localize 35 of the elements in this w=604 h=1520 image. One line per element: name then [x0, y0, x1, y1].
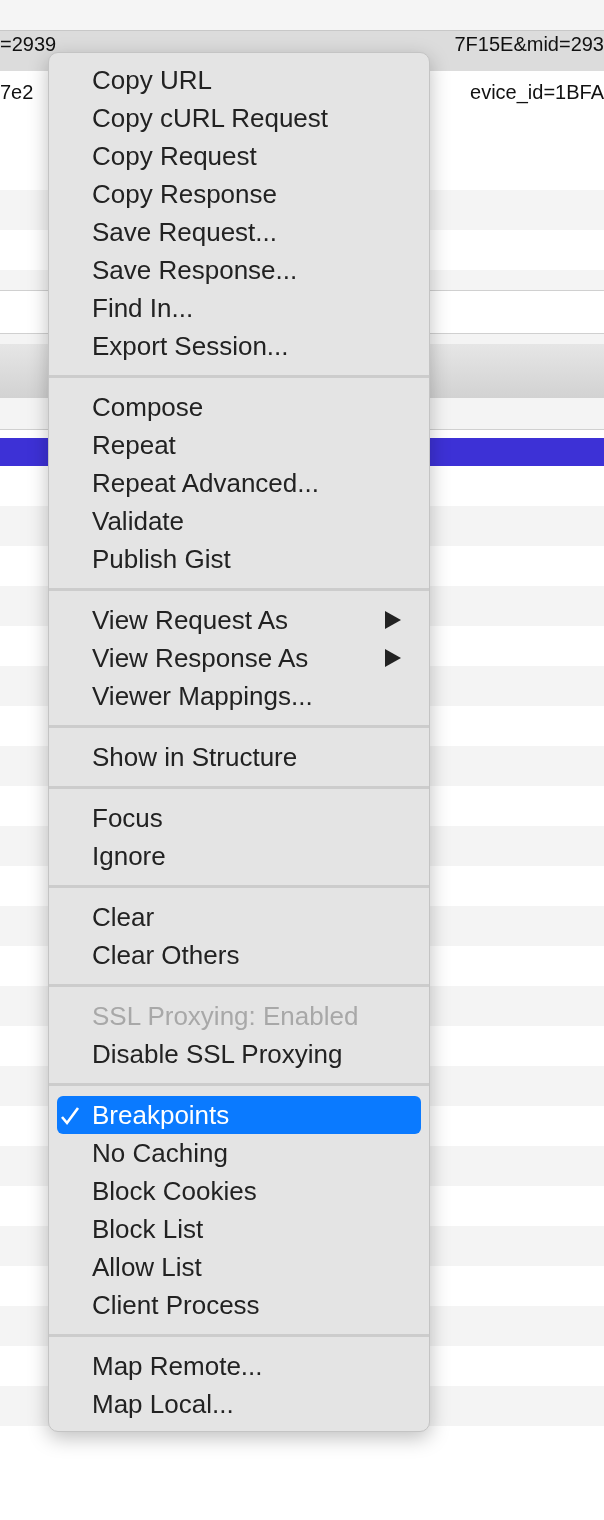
menu-item[interactable]: Validate [57, 502, 421, 540]
url-text: 7e2 [0, 80, 34, 103]
menu-item[interactable]: Clear [57, 898, 421, 936]
menu-item[interactable]: Repeat [57, 426, 421, 464]
menu-item[interactable]: Focus [57, 799, 421, 837]
menu-item[interactable]: No Caching [57, 1134, 421, 1172]
menu-item[interactable]: Export Session... [57, 327, 421, 365]
menu-item[interactable]: Map Remote... [57, 1347, 421, 1385]
menu-item[interactable]: Repeat Advanced... [57, 464, 421, 502]
menu-item[interactable]: Publish Gist [57, 540, 421, 578]
menu-item[interactable]: Viewer Mappings... [57, 677, 421, 715]
menu-item[interactable]: Disable SSL Proxying [57, 1035, 421, 1073]
menu-item[interactable]: View Response As [57, 639, 421, 677]
submenu-arrow-icon [385, 611, 401, 629]
menu-item[interactable]: Ignore [57, 837, 421, 875]
menu-item[interactable]: Copy Response [57, 175, 421, 213]
menu-item[interactable]: Save Request... [57, 213, 421, 251]
menu-item[interactable]: Find In... [57, 289, 421, 327]
menu-item[interactable]: Show in Structure [57, 738, 421, 776]
menu-item[interactable]: Allow List [57, 1248, 421, 1286]
menu-item[interactable]: Client Process [57, 1286, 421, 1324]
url-text: 7F15E&mid=293 [454, 33, 604, 55]
menu-item[interactable]: Breakpoints [57, 1096, 421, 1134]
menu-item[interactable]: Block List [57, 1210, 421, 1248]
menu-item[interactable]: Compose [57, 388, 421, 426]
menu-item[interactable]: Save Response... [57, 251, 421, 289]
menu-item[interactable]: Clear Others [57, 936, 421, 974]
submenu-arrow-icon [385, 649, 401, 667]
menu-item[interactable]: Block Cookies [57, 1172, 421, 1210]
url-text: =2939 [0, 33, 57, 55]
menu-item[interactable]: View Request As [57, 601, 421, 639]
url-text: evice_id=1BFA [470, 80, 604, 103]
menu-item[interactable]: Map Local... [57, 1385, 421, 1423]
menu-item[interactable]: Copy cURL Request [57, 99, 421, 137]
menu-item[interactable]: Copy Request [57, 137, 421, 175]
